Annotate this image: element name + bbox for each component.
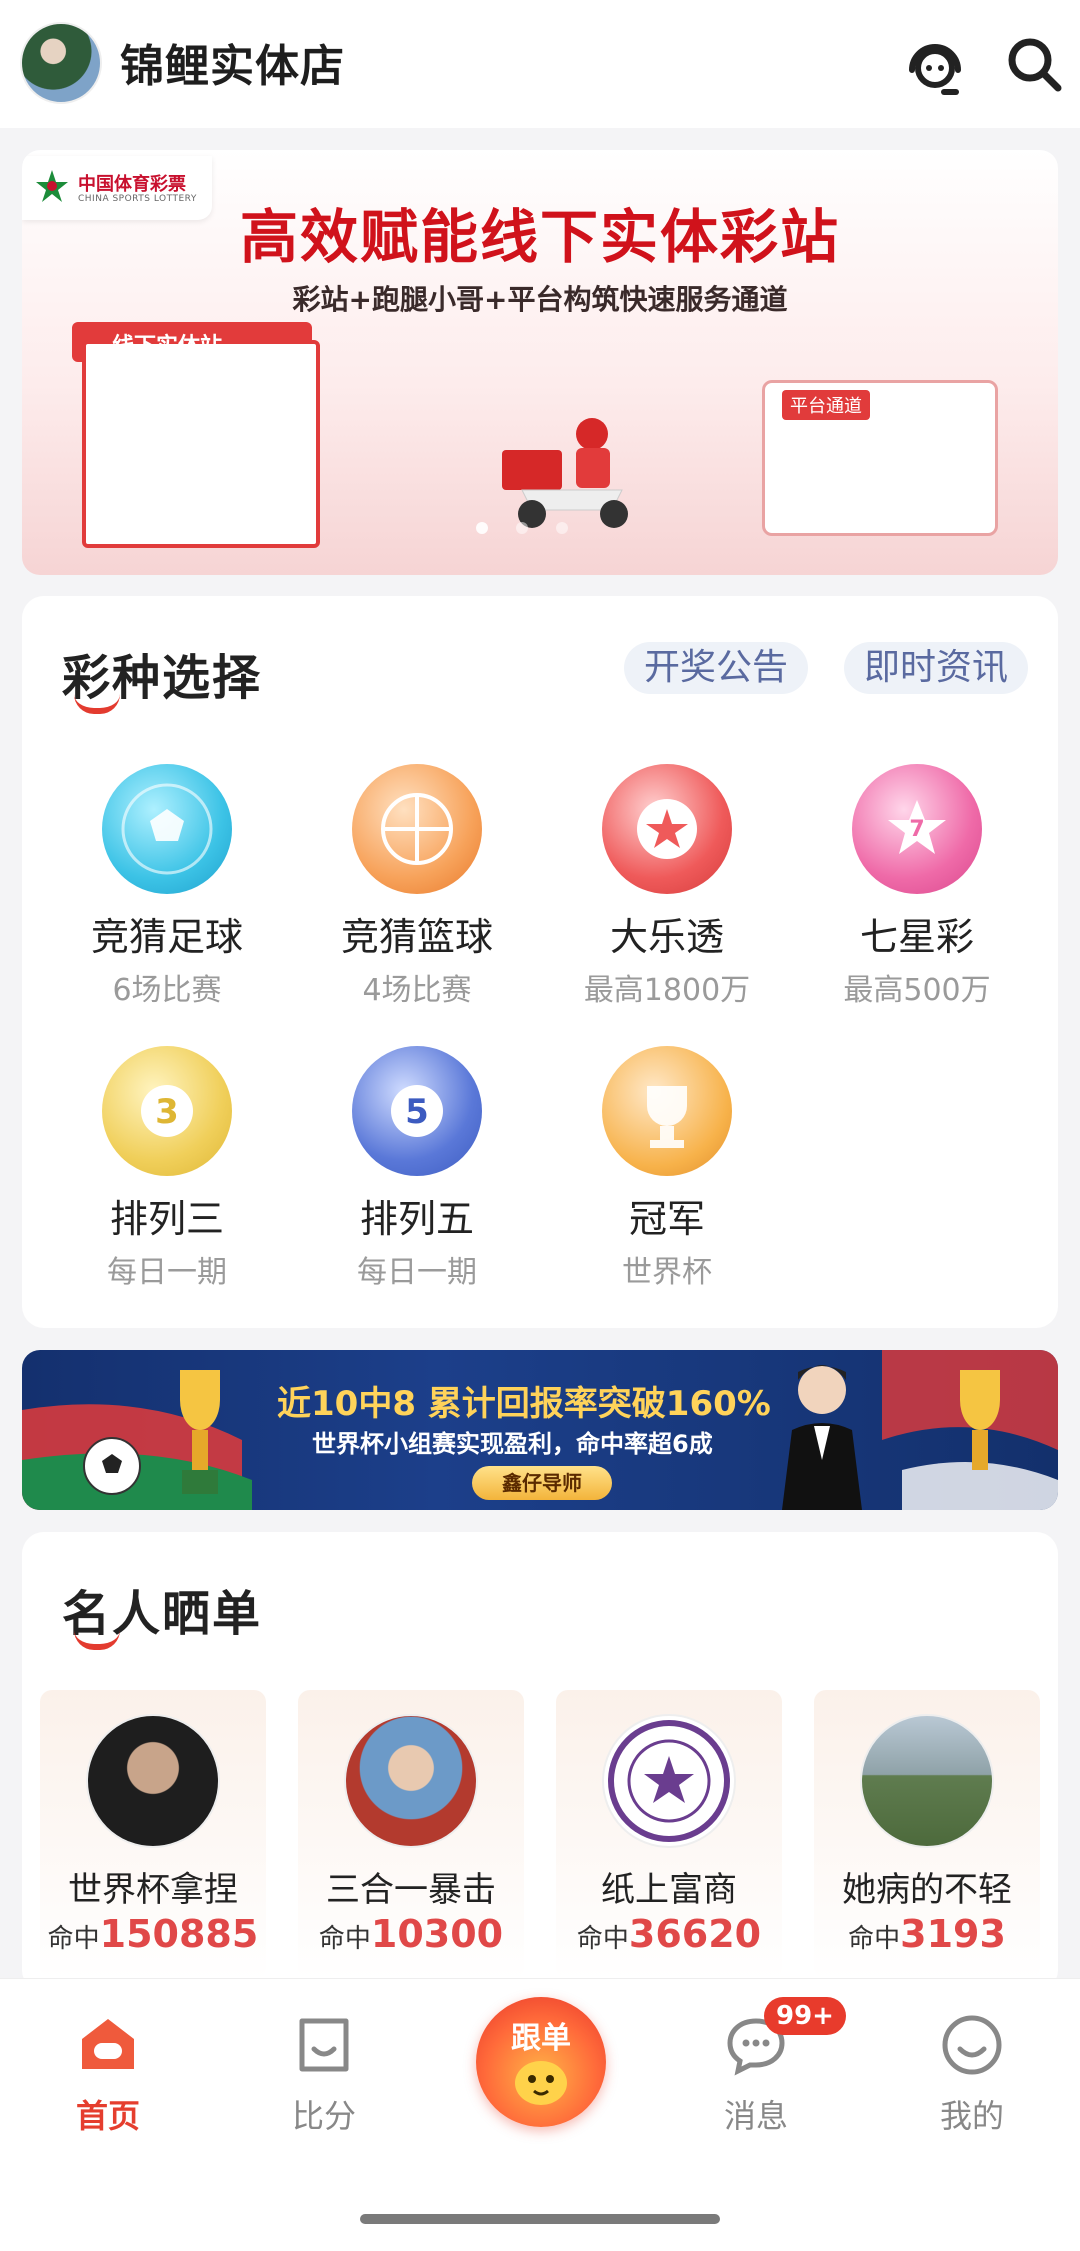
avatar xyxy=(86,1714,220,1848)
star-ball-icon xyxy=(602,764,732,894)
soccer-ball-icon xyxy=(83,1437,141,1495)
follow-order-button[interactable]: 跟单 xyxy=(476,1997,606,2127)
tab-score[interactable]: 比分 xyxy=(264,2013,384,2137)
university-seal-icon xyxy=(608,1720,730,1842)
avatar xyxy=(860,1714,994,1848)
lottery-item-daletou[interactable]: 大乐透 最高1800万 xyxy=(547,764,787,1009)
message-badge: 99+ xyxy=(764,1997,846,2035)
hit-count: 150885 xyxy=(99,1912,259,1956)
draw-announcement-link[interactable]: 开奖公告 xyxy=(624,642,809,694)
celebrity-card[interactable]: 世界杯拿捏 命中150885 xyxy=(40,1690,266,1980)
lottery-selection-card: 彩种选择 开奖公告 即时资讯 竞猜足球 6场比赛 竞猜篮球 4场比赛 大乐透 最… xyxy=(22,596,1058,1328)
banner-subtitle: 彩站+跑腿小哥+平台构筑快速服务通道 xyxy=(292,283,788,316)
scooter-rider-illustration xyxy=(502,418,628,528)
celebrity-card[interactable]: 纸上富商 命中36620 xyxy=(556,1690,782,1980)
celebrity-card[interactable]: 三合一暴击 命中10300 xyxy=(298,1690,524,1980)
hit-count: 36620 xyxy=(628,1912,762,1956)
score-icon xyxy=(299,2018,349,2072)
hit-count: 10300 xyxy=(370,1912,504,1956)
lottery-item-champion[interactable]: 冠军 世界杯 xyxy=(547,1046,787,1291)
promo-banner-top[interactable]: 中国体育彩票 CHINA SPORTS LOTTERY 高效赋能线下实体彩站 彩… xyxy=(22,150,1058,575)
banner-headline: 近10中8 累计回报率突破160% xyxy=(277,1384,771,1424)
mentor-button[interactable]: 鑫仔导师 xyxy=(472,1466,612,1500)
carousel-indicator xyxy=(462,520,582,540)
lottery-item-pailie5[interactable]: 5 排列五 每日一期 xyxy=(297,1046,537,1291)
search-icon[interactable] xyxy=(1000,30,1070,100)
app-header: 锦鲤实体店 xyxy=(0,0,1080,128)
tab-profile[interactable]: 我的 xyxy=(912,2013,1032,2137)
svg-text:3: 3 xyxy=(155,1092,179,1132)
live-news-link[interactable]: 即时资讯 xyxy=(844,642,1029,694)
store-title: 锦鲤实体店 xyxy=(120,41,345,92)
number-3-ball-icon: 3 xyxy=(102,1046,232,1176)
lottery-item-basketball[interactable]: 竞猜篮球 4场比赛 xyxy=(297,764,537,1009)
customer-service-icon[interactable] xyxy=(900,30,970,100)
mentor-portrait xyxy=(782,1365,862,1510)
trophy-icon xyxy=(180,1370,220,1494)
home-indicator[interactable] xyxy=(360,2214,720,2224)
basketball-icon xyxy=(352,764,482,894)
seven-star-icon: 7 xyxy=(852,764,982,894)
number-5-ball-icon: 5 xyxy=(352,1046,482,1176)
platform-label: 平台通道 xyxy=(782,390,870,420)
trophy-icon xyxy=(960,1370,1000,1470)
tab-home[interactable]: 首页 xyxy=(48,2013,168,2137)
title-underline xyxy=(74,694,120,714)
lottery-item-qixingcai[interactable]: 7 七星彩 最高500万 xyxy=(797,764,1037,1009)
celebrity-card[interactable]: 她病的不轻 命中3193 xyxy=(814,1690,1040,1980)
lottery-item-pailie3[interactable]: 3 排列三 每日一期 xyxy=(47,1046,287,1291)
kiosk-label: 线下实体站 xyxy=(112,334,223,359)
kiosk-illustration xyxy=(82,340,320,548)
hit-count: 3193 xyxy=(900,1912,1006,1956)
bottom-nav: 首页 比分 跟单 消息 99+ 我的 xyxy=(0,1978,1080,2251)
follow-order-icon xyxy=(515,2061,567,2105)
lottery-item-football[interactable]: 竞猜足球 6场比赛 xyxy=(47,764,287,1009)
svg-text:7: 7 xyxy=(909,817,924,842)
banner-title: 高效赋能线下实体彩站 xyxy=(239,203,840,271)
profile-icon xyxy=(942,2015,1002,2075)
home-icon xyxy=(82,2019,134,2069)
avatar xyxy=(344,1714,478,1848)
avatar xyxy=(602,1714,736,1848)
soccer-ball-icon xyxy=(102,764,232,894)
store-avatar[interactable] xyxy=(20,22,102,104)
banner-subline: 世界杯小组赛实现盈利，命中率超6成 xyxy=(312,1430,713,1458)
title-underline xyxy=(74,1630,120,1650)
promo-banner-worldcup[interactable]: 近10中8 累计回报率突破160% 世界杯小组赛实现盈利，命中率超6成 鑫仔导师 xyxy=(22,1350,1058,1510)
svg-text:5: 5 xyxy=(405,1092,429,1132)
world-cup-trophy-icon xyxy=(602,1046,732,1176)
